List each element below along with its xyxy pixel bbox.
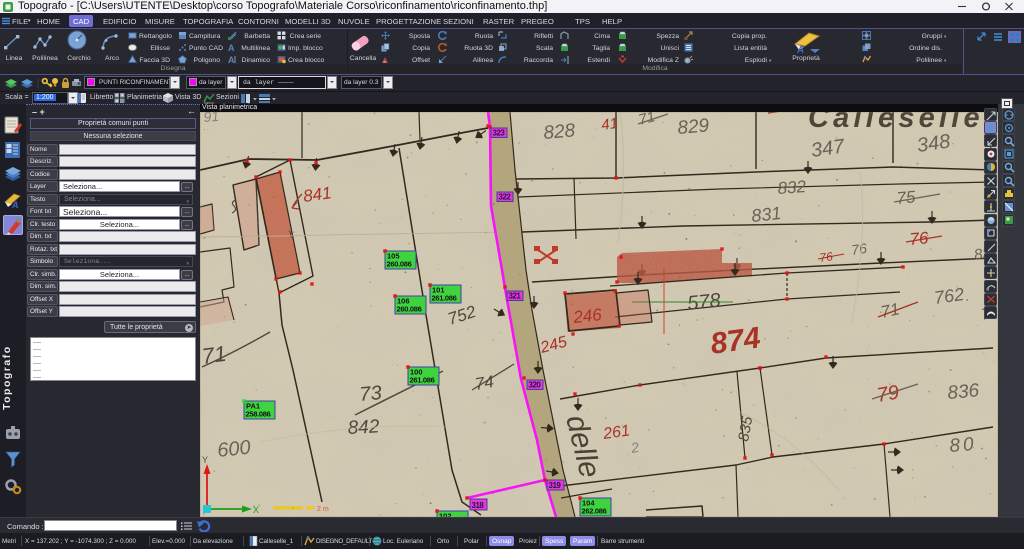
svg-text:A: A	[11, 200, 19, 210]
svg-text:71: 71	[200, 341, 228, 369]
svg-text:91: 91	[203, 112, 220, 125]
svg-text:600: 600	[216, 437, 251, 462]
svg-text:322: 322	[499, 193, 512, 202]
svg-text:260.086: 260.086	[387, 260, 412, 269]
svg-text:319: 319	[549, 481, 562, 490]
svg-text:41: 41	[600, 115, 619, 134]
svg-text:A: A	[796, 45, 804, 54]
svg-text:321: 321	[509, 292, 522, 301]
svg-text:320: 320	[529, 381, 542, 390]
svg-text:76: 76	[850, 240, 868, 258]
svg-text:Y: Y	[202, 455, 208, 465]
svg-text:828: 828	[543, 120, 577, 144]
svg-text:246: 246	[571, 305, 603, 327]
svg-text:836: 836	[947, 380, 981, 404]
svg-text:A: A	[228, 43, 235, 52]
svg-text:262.086: 262.086	[582, 507, 607, 516]
svg-text:75: 75	[896, 187, 917, 208]
svg-text:80: 80	[949, 434, 978, 457]
svg-text:A: A	[228, 55, 235, 64]
svg-text:832: 832	[777, 177, 807, 198]
svg-text:874: 874	[708, 321, 762, 361]
svg-text:2 m: 2 m	[317, 506, 329, 513]
svg-text:841: 841	[302, 183, 333, 206]
svg-text:261.086: 261.086	[432, 294, 457, 303]
svg-text:Calleselle: Calleselle	[808, 112, 984, 134]
svg-text:829: 829	[677, 115, 711, 139]
svg-text:318: 318	[472, 501, 485, 510]
svg-text:831: 831	[750, 203, 782, 226]
svg-text:71: 71	[879, 299, 901, 322]
svg-text:323: 323	[493, 129, 506, 138]
svg-text:348: 348	[916, 131, 952, 157]
svg-text:762: 762	[933, 284, 966, 308]
svg-text:260.086: 260.086	[397, 305, 422, 314]
svg-text:261.086: 261.086	[410, 376, 435, 385]
